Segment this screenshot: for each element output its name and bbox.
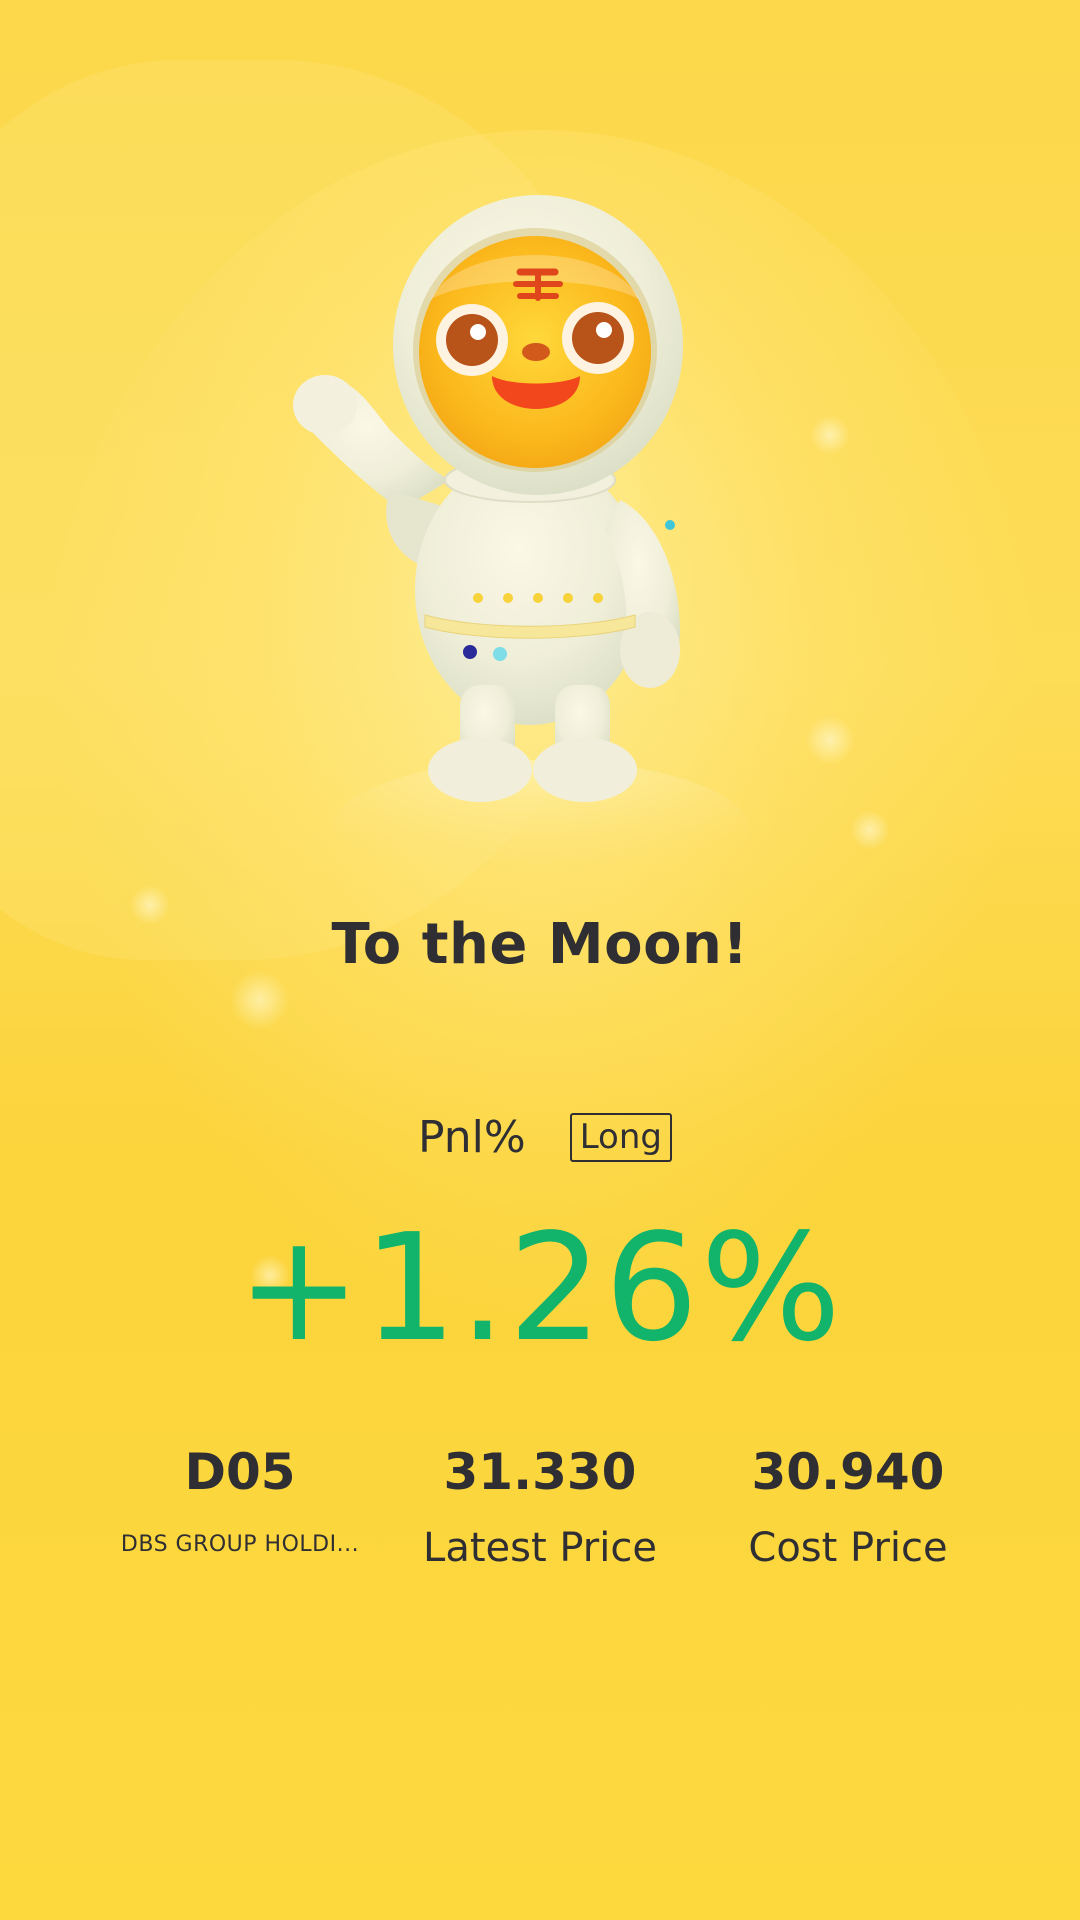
share-card: To the Moon! Pnl% Long +1.26% D05 DBS GR…: [0, 0, 1080, 1920]
stat-latest-price: 31.330 Latest Price: [390, 1442, 690, 1572]
latest-price-label: Latest Price: [423, 1525, 657, 1571]
stock-name: DBS GROUP HOLDI...: [120, 1532, 360, 1557]
stat-symbol: D05 DBS GROUP HOLDI...: [90, 1442, 390, 1558]
stock-symbol: D05: [184, 1443, 296, 1501]
cost-price-value: 30.940: [751, 1443, 945, 1501]
sparkle-bubble: [850, 810, 890, 850]
latest-price-value: 31.330: [443, 1443, 637, 1501]
pnl-label: Pnl%: [418, 1112, 526, 1163]
cost-price-label: Cost Price: [748, 1525, 948, 1571]
pnl-percentage: +1.26%: [236, 1202, 844, 1374]
sparkle-bubble: [805, 715, 855, 765]
sparkle-bubble: [810, 415, 850, 455]
pnl-header: Pnl% Long: [0, 1112, 1080, 1163]
tiger-astronaut-mascot: [293, 195, 750, 860]
position-direction-badge: Long: [569, 1112, 672, 1163]
position-stats: D05 DBS GROUP HOLDI... 31.330 Latest Pri…: [0, 1442, 1080, 1602]
headline: To the Moon!: [331, 912, 749, 977]
stat-cost-price: 30.940 Cost Price: [698, 1442, 998, 1572]
sparkle-bubble: [230, 970, 290, 1030]
